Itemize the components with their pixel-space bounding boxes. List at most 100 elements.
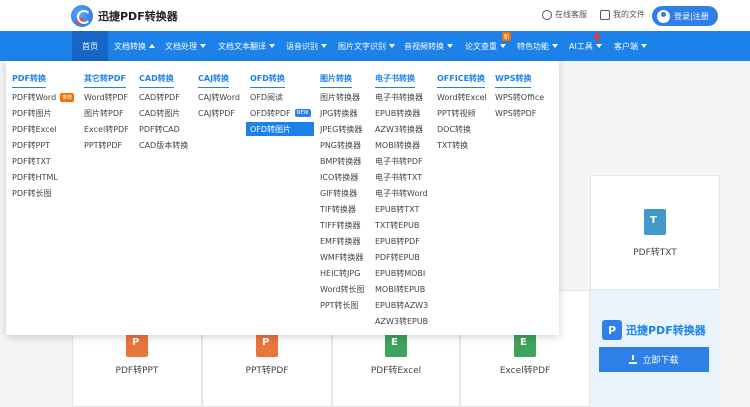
- menu-item[interactable]: JPG转换器: [320, 106, 357, 120]
- menu-col-title: 其它转PDF: [84, 73, 126, 88]
- menu-item[interactable]: Word转PDF: [84, 90, 128, 104]
- menu-item[interactable]: CAD版本转换: [139, 138, 188, 152]
- menu-item[interactable]: 电子书转TXT: [375, 170, 422, 184]
- tool-card-pdf-txt[interactable]: T PDF转TXT: [590, 175, 720, 290]
- menu-item[interactable]: WPS转Office: [495, 90, 544, 104]
- promo-logo: P 迅捷PDF转换器: [602, 320, 706, 340]
- download-button[interactable]: 立即下载: [599, 347, 709, 372]
- menu-col-title: CAD转换: [139, 73, 174, 88]
- login-button[interactable]: 登录|注册: [652, 6, 718, 26]
- menu-item-label: PDF转Word: [12, 92, 57, 102]
- menu-col-title: OFFICE转换: [437, 73, 486, 88]
- customer-service-label: 在线客服: [555, 10, 587, 19]
- menu-item[interactable]: HEIC转JPG: [320, 266, 360, 280]
- menu-item[interactable]: PDF转PPT: [12, 138, 50, 152]
- menu-item[interactable]: EPUB转AZW3: [375, 298, 428, 312]
- download-promo: P 迅捷PDF转换器 立即下载: [590, 290, 720, 407]
- nav-plagiarism[interactable]: 论文查重: [465, 31, 506, 61]
- menu-item[interactable]: WMF转换器: [320, 250, 363, 264]
- nav-ocr[interactable]: 图片文字识别: [338, 31, 395, 61]
- menu-item[interactable]: DOC转换: [437, 122, 471, 136]
- menu-item[interactable]: EPUB转MOBI: [375, 266, 425, 280]
- menu-item[interactable]: 电子书转PDF: [375, 154, 423, 168]
- nav-features[interactable]: 特色功能: [517, 31, 558, 61]
- nav-speech[interactable]: 语音识别: [286, 31, 327, 61]
- menu-item[interactable]: EPUB转PDF: [375, 234, 420, 248]
- menu-col-title: WPS转换: [495, 73, 532, 88]
- menu-item[interactable]: PNG转换器: [320, 138, 361, 152]
- menu-item[interactable]: 电子书转Word: [375, 186, 428, 200]
- menu-item[interactable]: OFD阅读: [250, 90, 283, 104]
- menu-item[interactable]: PDF转TXT: [12, 154, 51, 168]
- menu-item-selected[interactable]: OFD转图片: [246, 122, 314, 136]
- menu-item[interactable]: 电子书转换器: [375, 90, 423, 104]
- menu-col-title: OFD转换: [250, 73, 285, 88]
- menu-item[interactable]: TIF转换器: [320, 202, 356, 216]
- menu-item[interactable]: 图片转换器: [320, 90, 360, 104]
- nav-client[interactable]: 客户端: [614, 31, 647, 61]
- nav-speech-label: 语音识别: [286, 41, 318, 51]
- menu-col-title: 图片转换: [320, 73, 352, 88]
- chevron-up-icon: [149, 44, 155, 48]
- nav-av-convert-label: 音视频转换: [404, 41, 444, 51]
- headset-icon: [542, 9, 552, 20]
- chevron-down-icon: [447, 44, 453, 48]
- menu-item[interactable]: Word转长图: [320, 282, 365, 296]
- my-files-link[interactable]: 我的文件: [600, 9, 645, 20]
- ppt-icon-letter: P: [262, 337, 270, 348]
- menu-item[interactable]: BMP转换器: [320, 154, 361, 168]
- menu-item[interactable]: TIFF转换器: [320, 218, 360, 232]
- menu-item[interactable]: WPS转PDF: [495, 106, 536, 120]
- menu-item[interactable]: PDF转Word 推荐: [12, 90, 75, 104]
- menu-item[interactable]: ICO转换器: [320, 170, 358, 184]
- menu-item[interactable]: Excel转PDF: [84, 122, 129, 136]
- menu-item[interactable]: PDF转图片: [12, 106, 52, 120]
- menu-item[interactable]: EMF转换器: [320, 234, 361, 248]
- chevron-down-icon: [595, 44, 602, 48]
- my-files-label: 我的文件: [613, 10, 645, 19]
- excel-icon-letter: E: [391, 337, 398, 348]
- app-logo[interactable]: 迅捷PDF转换器: [71, 5, 178, 27]
- menu-item[interactable]: CAJ转Word: [198, 90, 240, 104]
- menu-item[interactable]: CAD转PDF: [139, 90, 180, 104]
- nav-client-label: 客户端: [614, 41, 638, 51]
- menu-item[interactable]: MOBI转EPUB: [375, 282, 425, 296]
- excel-icon-letter: E: [520, 337, 527, 348]
- nav-ai-tools-label: AI工具: [569, 41, 593, 51]
- menu-item[interactable]: JPEG转换器: [320, 122, 362, 136]
- menu-item[interactable]: PPT转PDF: [84, 138, 122, 152]
- menu-item[interactable]: MOBI转换器: [375, 138, 420, 152]
- chevron-down-icon: [200, 44, 206, 48]
- menu-item[interactable]: CAJ转PDF: [198, 106, 235, 120]
- menu-item[interactable]: PDF转长图: [12, 186, 52, 200]
- nav-translate[interactable]: 文档文本翻译: [218, 31, 275, 61]
- user-icon: [657, 9, 670, 23]
- menu-item[interactable]: 图片转PDF: [84, 106, 124, 120]
- nav-av-convert[interactable]: 音视频转换: [404, 31, 453, 61]
- menu-item[interactable]: CAD转图片: [139, 106, 180, 120]
- menu-item[interactable]: Word转Excel: [437, 90, 487, 104]
- promo-brand: 迅捷PDF转换器: [626, 324, 706, 337]
- menu-item[interactable]: PDF转HTML: [12, 170, 58, 184]
- menu-item[interactable]: AZW3转EPUB: [375, 314, 428, 328]
- menu-item[interactable]: PPT转视频: [437, 106, 476, 120]
- nav-doc-process[interactable]: 文档处理: [165, 31, 206, 61]
- menu-item[interactable]: EPUB转TXT: [375, 202, 419, 216]
- menu-item[interactable]: OFD转PDF NEW: [250, 106, 311, 120]
- file-icon: [600, 9, 610, 20]
- download-label: 立即下载: [642, 356, 679, 366]
- menu-item[interactable]: GIF转换器: [320, 186, 357, 200]
- menu-item[interactable]: PDF转Excel: [12, 122, 57, 136]
- menu-item[interactable]: PDF转CAD: [139, 122, 180, 136]
- menu-item[interactable]: TXT转EPUB: [375, 218, 419, 232]
- menu-item[interactable]: AZW3转换器: [375, 122, 423, 136]
- menu-item-label: OFD转PDF: [250, 108, 291, 118]
- menu-item[interactable]: PDF转EPUB: [375, 250, 420, 264]
- menu-item[interactable]: PPT转长图: [320, 298, 359, 312]
- nav-home[interactable]: 首页: [72, 31, 108, 61]
- nav-doc-convert[interactable]: 文档转换: [114, 31, 155, 61]
- menu-item[interactable]: TXT转换: [437, 138, 468, 152]
- menu-item[interactable]: EPUB转换器: [375, 106, 420, 120]
- customer-service-link[interactable]: 在线客服: [542, 9, 587, 20]
- nav-home-label: 首页: [82, 41, 98, 51]
